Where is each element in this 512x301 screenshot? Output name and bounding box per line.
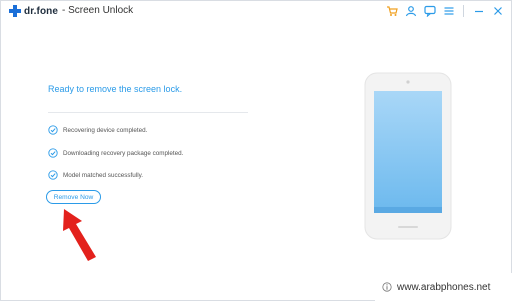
step-text: Downloading recovery package completed. [63,149,184,157]
step-downloading-package: Downloading recovery package completed. [48,148,183,158]
app-logo: dr.fone [9,5,58,17]
menu-icon[interactable] [442,4,455,17]
step-model-matched: Model matched successfully. [48,170,143,180]
close-icon[interactable] [491,4,504,17]
step-recovering-device: Recovering device completed. [48,125,147,135]
toolbar-icons [385,4,504,17]
brand-name: dr.fone [24,5,59,17]
check-circle-icon [48,125,58,135]
watermark-text: www.arabphones.net [397,281,491,293]
status-heading: Ready to remove the screen lock. [48,84,183,94]
info-icon [382,282,392,292]
module-title: - Screen Unlock [62,5,134,16]
step-text: Recovering device completed. [63,126,148,134]
cart-icon[interactable] [385,4,398,17]
phone-illustration [364,72,452,240]
check-circle-icon [48,148,58,158]
minimize-icon[interactable] [472,4,485,17]
check-circle-icon [48,170,58,180]
user-icon[interactable] [404,4,417,17]
step-text: Model matched successfully. [63,171,144,179]
feedback-icon[interactable] [423,4,436,17]
divider [48,112,248,113]
remove-now-button[interactable]: Remove Now [46,190,101,204]
red-arrow-icon [63,209,96,261]
watermark: www.arabphones.net [375,273,512,301]
plus-logo-icon [9,5,21,17]
title-bar: dr.fone - Screen Unlock [0,0,512,24]
toolbar-separator [463,5,464,17]
